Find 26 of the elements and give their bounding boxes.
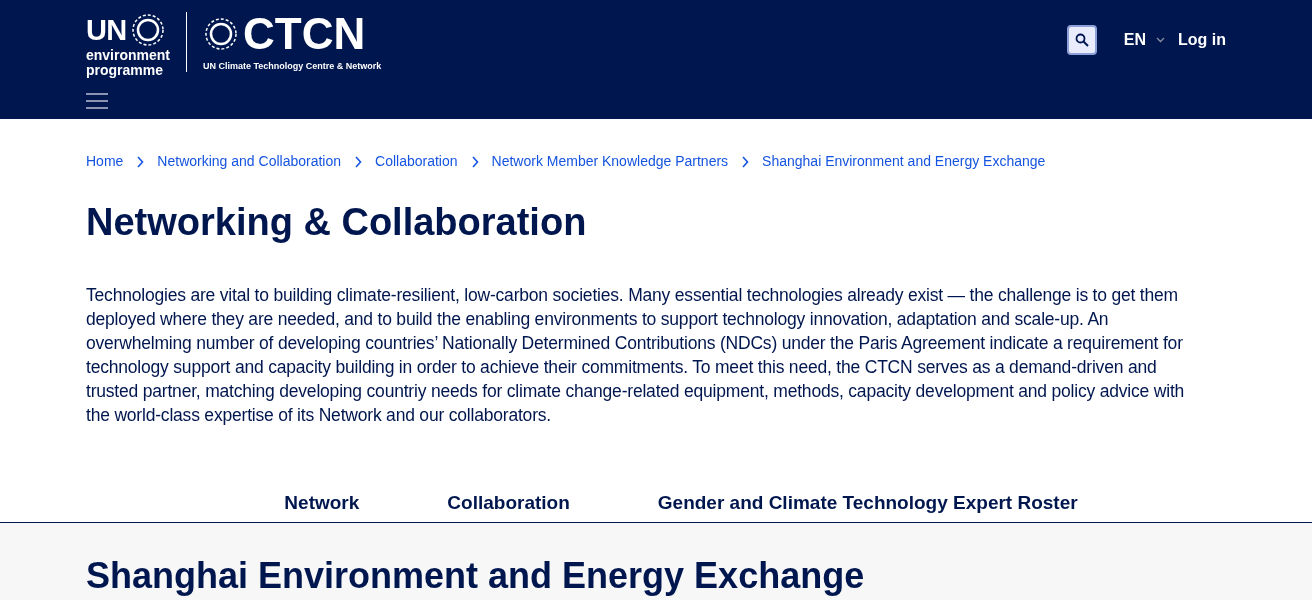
tab[interactable]: Network <box>284 489 360 518</box>
chevron-icon <box>354 155 363 168</box>
breadcrumb-link[interactable]: Networking and Collaboration <box>157 151 342 172</box>
search-button[interactable] <box>1066 25 1097 55</box>
language-dropdown[interactable]: EN <box>1123 28 1165 52</box>
chevron-icon <box>1156 37 1165 43</box>
breadcrumb-link[interactable]: Home <box>86 151 124 172</box>
login-link[interactable]: Log in <box>1178 28 1226 52</box>
chevron-icon <box>741 155 750 168</box>
logo-title: CTCN <box>243 12 366 56</box>
menu-icon[interactable] <box>86 92 108 110</box>
breadcrumb-link[interactable]: Shanghai Environment and Energy Exchange <box>762 151 1046 172</box>
section-title: Shanghai Environment and Energy Exchange <box>86 556 866 595</box>
chevron-icon <box>136 155 145 168</box>
logo-text: programme <box>86 63 165 78</box>
logo-title: UN <box>86 15 127 45</box>
page-title: Networking & Collaboration <box>85 200 588 245</box>
logo-text: environment <box>86 48 170 63</box>
search-icon <box>1074 33 1089 47</box>
breadcrumb-link[interactable]: Collaboration <box>375 151 458 172</box>
tab[interactable]: Gender and Climate Technology Expert Roster <box>657 489 1078 518</box>
intro-paragraph: Technologies are vital to building climate-resilient, low-carbon societies. Many essential technologies already exist — the challenge is to get them deployed where they are needed, and to build the enabling environments to support technology innovation, adaptation and scale-up. An overwhelming number of developing countries’ Nationally Determined Contributions (NDCs) under the Paris Agreement indicate a requirement for technology support and capacity building in order to achieve their commitments. To meet this need, the CTCN serves as a demand-driven and trusted partner, matching developing countriy needs for climate change-related equipment, methods, capacity development and policy advice with the world-class expertise of its Network and our collaborators. <box>86 284 1186 427</box>
chevron-icon <box>470 155 479 168</box>
logo-subtitle: UN Climate Technology Centre & Network <box>203 60 382 72</box>
tab[interactable]: Collaboration <box>447 489 570 518</box>
breadcrumb-link[interactable]: Network Member Knowledge Partners <box>491 151 729 172</box>
